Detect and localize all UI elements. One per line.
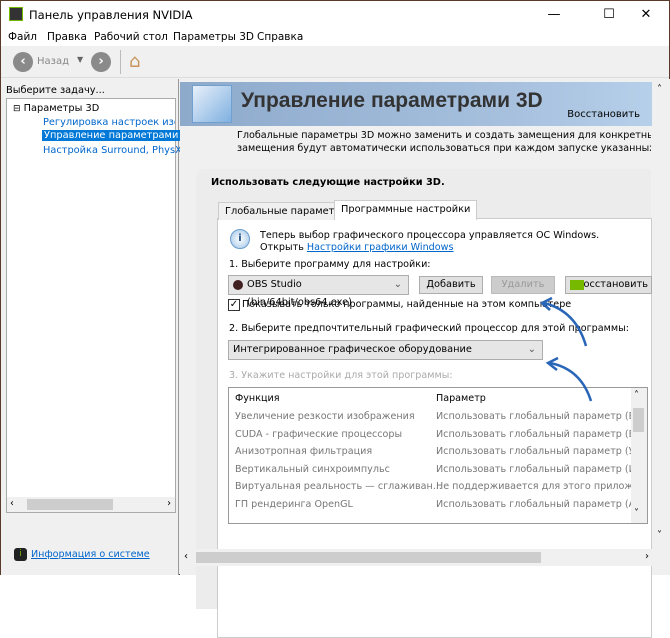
nvidia-window: Панель управления NVIDIA — ☐ ✕ Файл Прав… bbox=[0, 0, 670, 638]
annotation-arrows bbox=[539, 296, 593, 402]
